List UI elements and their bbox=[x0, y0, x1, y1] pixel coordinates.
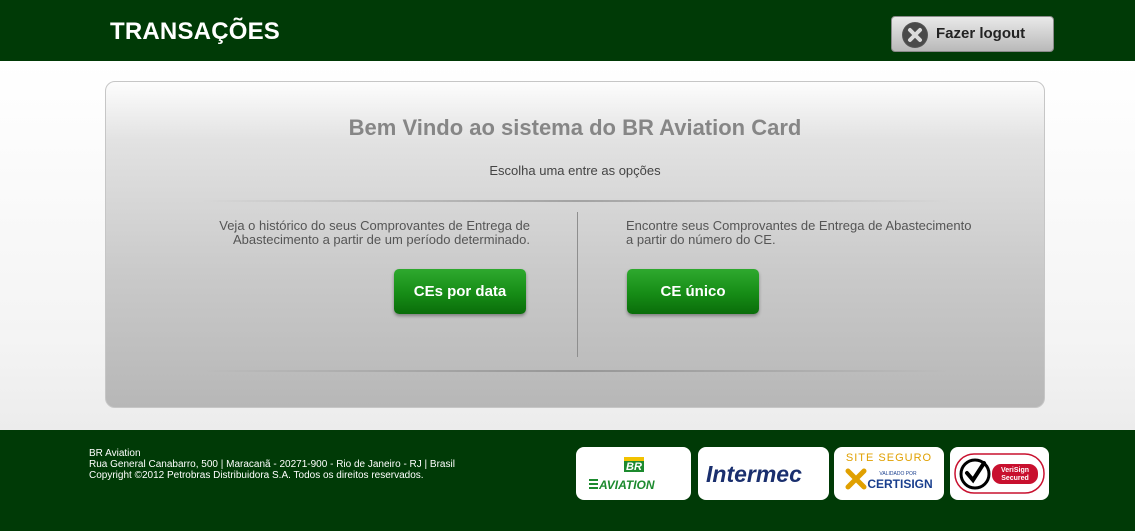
close-icon bbox=[902, 22, 928, 48]
date-option-description-line2: Abastecimento a partir de um período det… bbox=[232, 232, 530, 247]
br-aviation-logo: BR AVIATION bbox=[576, 447, 691, 500]
certisign-top-text: SITE SEGURO bbox=[846, 452, 932, 464]
page-title: TRANSAÇÕES bbox=[110, 18, 281, 45]
welcome-card: Bem Vindo ao sistema do BR Aviation Card… bbox=[105, 81, 1045, 408]
ces-por-data-button[interactable]: CEs por data bbox=[394, 269, 526, 314]
date-option-description: Veja o histórico do seus Comprovantes de… bbox=[168, 219, 530, 247]
intermec-logo: Intermec bbox=[698, 447, 829, 500]
ce-unico-button[interactable]: CE único bbox=[627, 269, 759, 314]
welcome-heading: Bem Vindo ao sistema do BR Aviation Card bbox=[348, 115, 802, 140]
footer-company: BR Aviation bbox=[89, 448, 141, 459]
logout-label: Fazer logout bbox=[936, 25, 1026, 42]
footer-info: BR Aviation Rua General Canabarro, 500 |… bbox=[89, 448, 455, 481]
vertical-divider bbox=[577, 212, 578, 357]
single-ce-description-line2: a partir do número do CE. bbox=[626, 232, 776, 247]
intermec-logo-text: Intermec bbox=[706, 461, 802, 487]
br-logo-mark: BR bbox=[626, 461, 642, 473]
footer: BR Aviation Rua General Canabarro, 500 |… bbox=[0, 430, 1135, 531]
verisign-bottom-text: Secured bbox=[1001, 475, 1029, 482]
br-logo-text: AVIATION bbox=[598, 478, 655, 492]
verisign-top-text: VeriSign bbox=[1001, 467, 1029, 474]
certisign-bottom-text: CERTISIGN bbox=[867, 477, 932, 491]
top-divider bbox=[201, 200, 951, 202]
header-bar: TRANSAÇÕES Fazer logout bbox=[0, 0, 1135, 61]
date-option-description-line1: Veja o histórico do seus Comprovantes de… bbox=[219, 218, 530, 233]
single-ce-description-line1: Encontre seus Comprovantes de Entrega de… bbox=[626, 218, 972, 233]
logout-button[interactable]: Fazer logout bbox=[891, 16, 1054, 52]
verisign-seal: VeriSign Secured bbox=[950, 447, 1049, 500]
bottom-divider bbox=[201, 370, 951, 372]
footer-address: Rua General Canabarro, 500 | Maracanã - … bbox=[89, 459, 455, 470]
certisign-seal: SITE SEGURO VALIDADO POR CERTISIGN bbox=[834, 447, 944, 500]
single-ce-description: Encontre seus Comprovantes de Entrega de… bbox=[626, 219, 1026, 247]
footer-copyright: Copyright ©2012 Petrobras Distribuidora … bbox=[89, 470, 424, 481]
choose-option-text: Escolha uma entre as opções bbox=[489, 163, 661, 178]
